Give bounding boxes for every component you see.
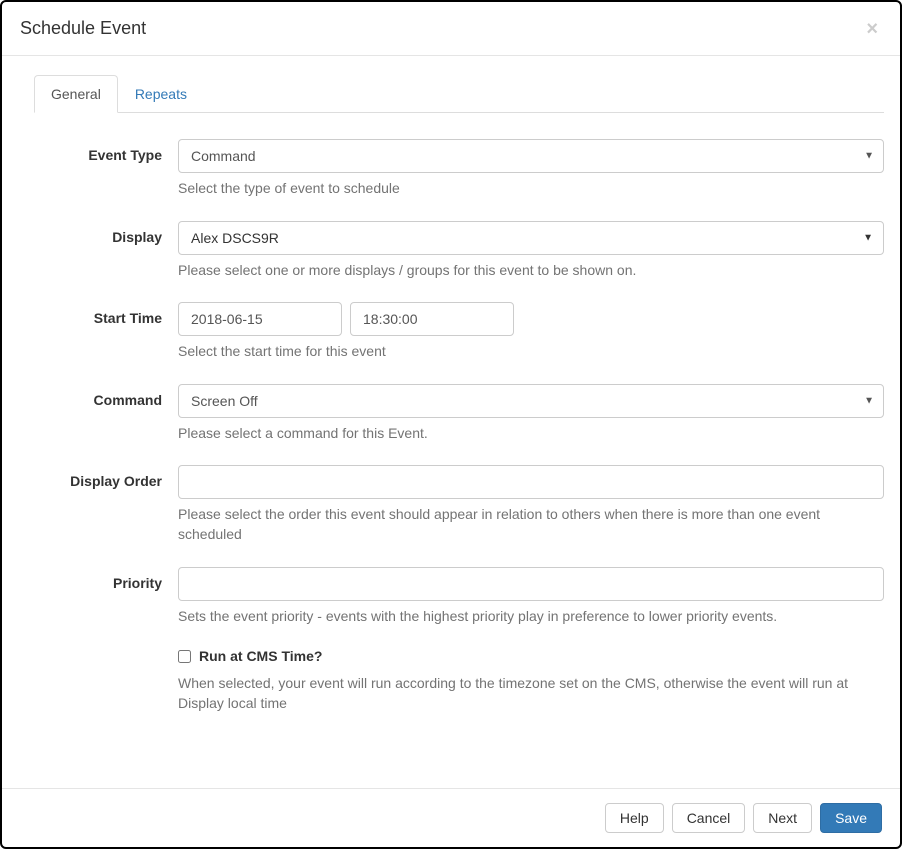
cms-time-help: When selected, your event will run accor… xyxy=(178,674,884,713)
start-date-input[interactable] xyxy=(178,302,342,336)
modal-footer: Help Cancel Next Save xyxy=(2,788,900,847)
command-label: Command xyxy=(34,384,178,408)
caret-down-icon: ▼ xyxy=(863,232,873,243)
schedule-event-modal: Schedule Event × General Repeats Event T… xyxy=(0,0,902,849)
tabs: General Repeats xyxy=(34,74,884,113)
start-time-row: Start Time Select the start time for thi… xyxy=(34,302,884,362)
cms-time-label[interactable]: Run at CMS Time? xyxy=(199,648,322,664)
modal-title: Schedule Event xyxy=(20,18,146,39)
cancel-button[interactable]: Cancel xyxy=(672,803,746,833)
tab-repeats[interactable]: Repeats xyxy=(118,75,204,113)
display-label: Display xyxy=(34,221,178,245)
display-picker-value: Alex DSCS9R xyxy=(191,230,279,246)
priority-label: Priority xyxy=(34,567,178,591)
command-select-wrap: Screen Off ▼ xyxy=(178,384,884,418)
event-type-select-wrap: Command ▼ xyxy=(178,139,884,173)
cms-time-row: Run at CMS Time? When selected, your eve… xyxy=(34,648,884,713)
display-order-label: Display Order xyxy=(34,465,178,489)
event-type-row: Event Type Command ▼ Select the type of … xyxy=(34,139,884,199)
display-order-help: Please select the order this event shoul… xyxy=(178,505,884,544)
event-type-select[interactable]: Command xyxy=(178,139,884,173)
next-button[interactable]: Next xyxy=(753,803,812,833)
priority-help: Sets the event priority - events with th… xyxy=(178,607,884,627)
command-row: Command Screen Off ▼ Please select a com… xyxy=(34,384,884,444)
start-time-input[interactable] xyxy=(350,302,514,336)
priority-row: Priority Sets the event priority - event… xyxy=(34,567,884,627)
event-type-label: Event Type xyxy=(34,139,178,163)
command-select[interactable]: Screen Off xyxy=(178,384,884,418)
display-order-row: Display Order Please select the order th… xyxy=(34,465,884,544)
help-button[interactable]: Help xyxy=(605,803,664,833)
event-type-help: Select the type of event to schedule xyxy=(178,179,884,199)
priority-input[interactable] xyxy=(178,567,884,601)
start-time-label: Start Time xyxy=(34,302,178,326)
close-icon[interactable]: × xyxy=(862,19,882,39)
display-row: Display Alex DSCS9R ▼ Please select one … xyxy=(34,221,884,281)
tab-general[interactable]: General xyxy=(34,75,118,113)
start-time-help: Select the start time for this event xyxy=(178,342,884,362)
display-picker[interactable]: Alex DSCS9R ▼ xyxy=(178,221,884,255)
cms-time-checkbox[interactable] xyxy=(178,650,191,663)
modal-body: General Repeats Event Type Command ▼ Sel… xyxy=(2,56,900,788)
modal-header: Schedule Event × xyxy=(2,2,900,56)
display-help: Please select one or more displays / gro… xyxy=(178,261,884,281)
command-help: Please select a command for this Event. xyxy=(178,424,884,444)
save-button[interactable]: Save xyxy=(820,803,882,833)
display-order-input[interactable] xyxy=(178,465,884,499)
